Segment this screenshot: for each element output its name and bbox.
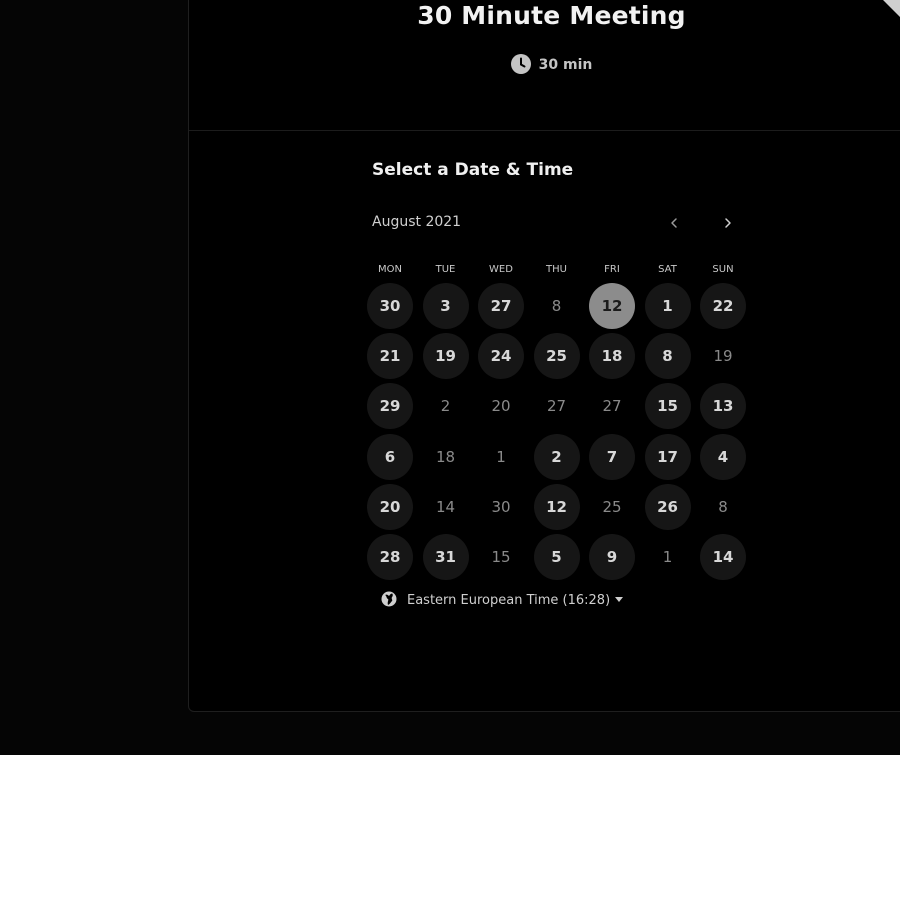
weekday-label-sat: SAT (658, 264, 677, 275)
unavailable-date: 18 (435, 447, 456, 466)
previous-month-button[interactable] (662, 211, 686, 235)
available-date-button[interactable]: 17 (644, 433, 691, 480)
available-date-button[interactable]: 24 (478, 333, 524, 380)
unavailable-date: 8 (551, 297, 562, 315)
available-date-button[interactable]: 27 (478, 283, 524, 329)
weekday-label-mon: MON (378, 264, 402, 275)
available-date-button[interactable]: 31 (422, 534, 469, 580)
available-date-button[interactable]: 14 (700, 534, 746, 580)
unavailable-date: 8 (718, 497, 728, 516)
unavailable-date: 30 (491, 497, 511, 516)
unavailable-date: 25 (602, 497, 622, 516)
clock-icon (510, 54, 531, 74)
available-date-button[interactable]: 21 (367, 333, 413, 380)
unavailable-date: 15 (491, 548, 511, 566)
unavailable-date: 27 (546, 397, 567, 416)
available-date-button[interactable]: 8 (644, 333, 691, 380)
scheduling-card: 30 Minute Meeting 30 min N Select a Date… (188, 0, 900, 712)
available-date-button[interactable]: 19 (422, 333, 469, 380)
weekday-label-sun: SUN (712, 264, 734, 275)
next-month-button[interactable] (716, 211, 740, 235)
available-date-button[interactable]: 20 (367, 483, 413, 530)
available-date-button[interactable]: 22 (700, 283, 746, 329)
event-header: 30 Minute Meeting 30 min N (189, 0, 900, 131)
available-date-button[interactable]: 13 (700, 383, 746, 430)
event-duration: 30 min (189, 54, 900, 74)
available-date-button[interactable]: 18 (589, 333, 635, 380)
unavailable-date: 1 (662, 548, 673, 566)
weekday-label-fri: FRI (604, 264, 620, 275)
available-date-button[interactable]: 5 (533, 534, 580, 580)
available-date-button[interactable]: 28 (367, 534, 413, 580)
available-date-button[interactable]: 2 (533, 433, 580, 480)
weekday-label-thu: THU (546, 264, 567, 275)
timezone-selector[interactable]: Eastern European Time (16:28) (381, 591, 624, 608)
caret-down-icon (615, 597, 624, 602)
available-date-button[interactable]: 7 (589, 433, 635, 480)
selected-date-button[interactable]: 12 (589, 283, 635, 329)
chevron-right-icon (725, 218, 731, 228)
available-date-button[interactable]: 12 (533, 483, 580, 530)
unavailable-date: 20 (491, 397, 511, 416)
available-date-button[interactable]: 26 (644, 483, 691, 530)
calendar-grid: 30 3 27 8 12 1 22 21 19 24 25 18 8 19 29 2 20 27 27 15 13 6 18… (362, 283, 754, 583)
event-title: 30 Minute Meeting (417, 1, 686, 30)
available-date-button[interactable]: 3 (422, 283, 469, 329)
available-date-button[interactable]: 6 (367, 433, 413, 480)
chevron-left-icon (671, 218, 677, 228)
available-date-button[interactable]: 15 (644, 383, 691, 430)
unavailable-date: 19 (713, 347, 733, 366)
available-date-button[interactable]: 4 (700, 433, 746, 480)
available-date-button[interactable]: 29 (367, 383, 413, 430)
weekday-label-wed: WED (489, 264, 513, 275)
globe-icon (381, 591, 397, 607)
available-date-button[interactable]: 25 (533, 333, 580, 380)
unavailable-date: 14 (435, 497, 456, 516)
available-date-button[interactable]: 9 (589, 534, 635, 580)
timezone-label: Eastern European Time (16:28) (407, 593, 611, 608)
weekday-label-tue: TUE (435, 264, 456, 275)
unavailable-date: 1 (496, 447, 506, 466)
available-date-button[interactable]: 1 (644, 283, 691, 329)
duration-label: 30 min (538, 57, 593, 73)
section-title: Select a Date & Time (372, 160, 574, 180)
month-label: August 2021 (372, 214, 462, 230)
page-background: 30 Minute Meeting 30 min N Select a Date… (0, 0, 900, 755)
unavailable-date: 27 (602, 397, 622, 416)
unavailable-date: 2 (440, 397, 451, 416)
available-date-button[interactable]: 30 (367, 283, 413, 329)
